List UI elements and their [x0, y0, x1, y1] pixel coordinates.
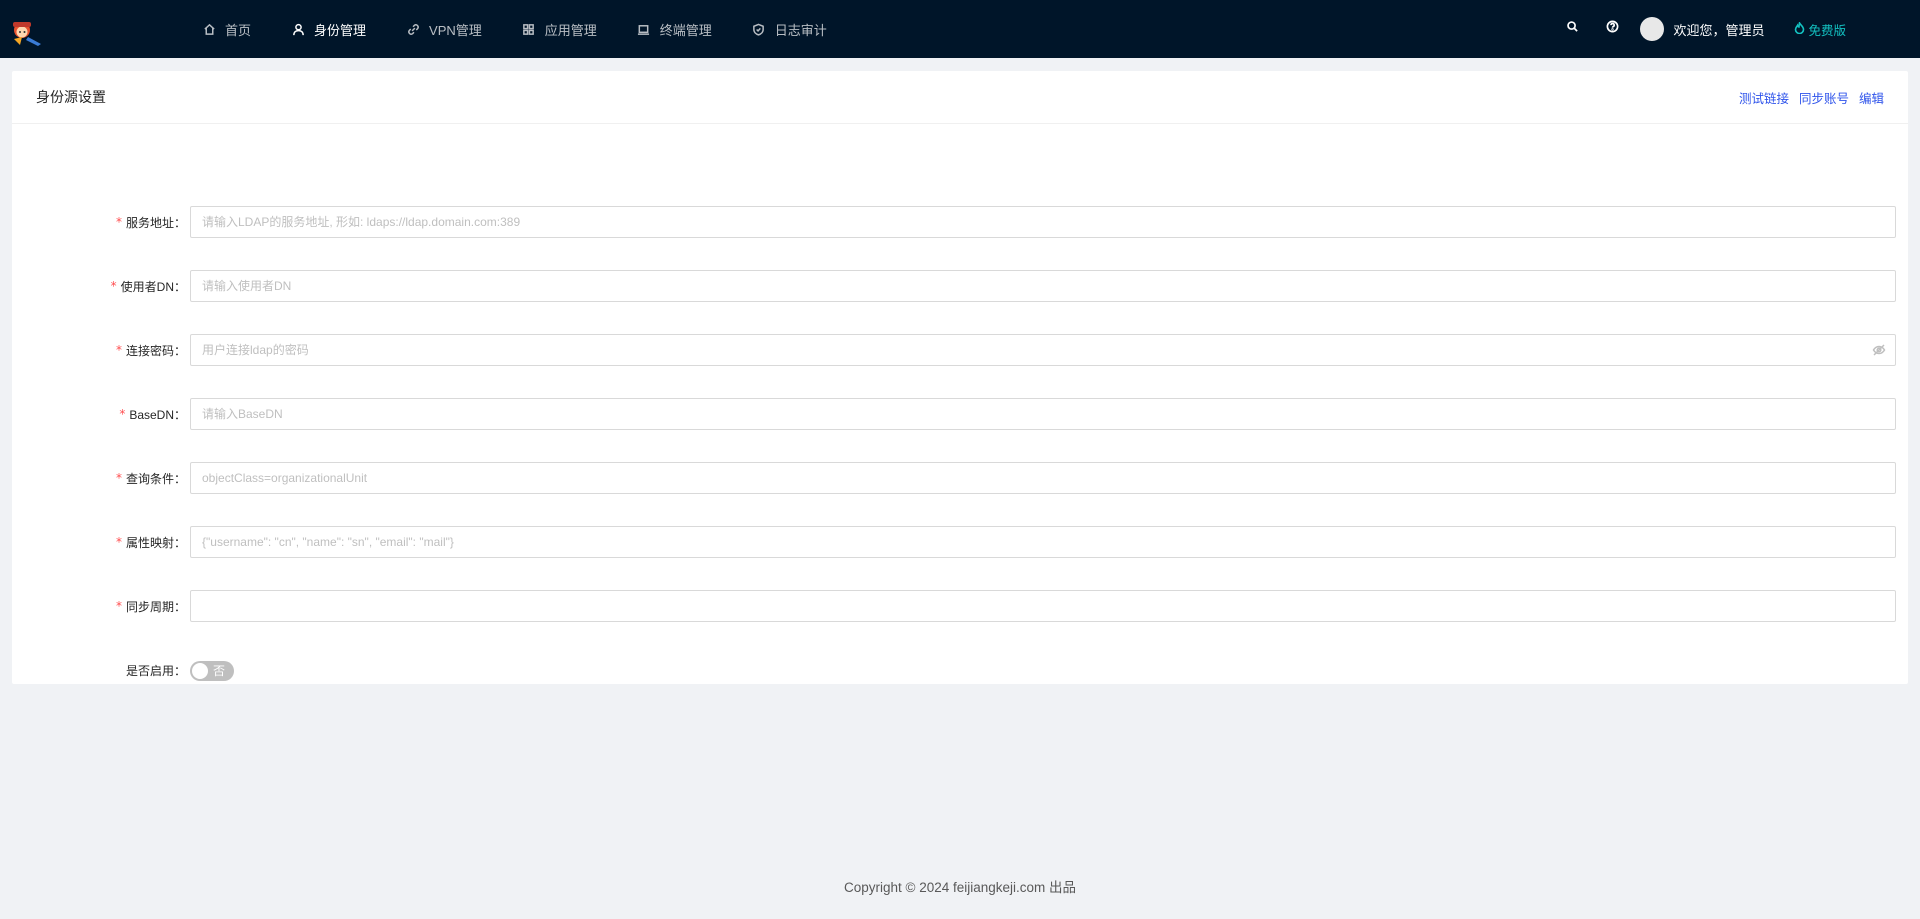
- footer-copyright: Copyright © 2024 feijiangkeji.com 出品: [843, 880, 1077, 895]
- plan-label: 免费版: [1808, 23, 1846, 38]
- base-dn-label: * BaseDN：: [119, 407, 186, 422]
- main-nav: 首页 身份管理 VPN管理 应用管理 终端管理 日志审计: [182, 0, 847, 58]
- form-row-query: * 查询条件：: [12, 461, 1908, 495]
- user-menu[interactable]: 欢迎您，管理员: [1632, 0, 1776, 58]
- eye-invisible-icon[interactable]: [1872, 343, 1886, 357]
- user-dn-label: * 使用者DN：: [110, 279, 186, 294]
- nav-item-label: 身份管理: [314, 22, 367, 38]
- toggle-knob: [192, 663, 208, 679]
- shield-icon: [752, 22, 766, 36]
- attr-map-label: * 属性映射：: [115, 535, 186, 550]
- welcome-text: 欢迎您，管理员: [1673, 22, 1765, 38]
- form-row-enabled: 是否启用： 否: [12, 653, 1908, 687]
- laptop-icon: [637, 22, 651, 36]
- test-link-button[interactable]: 测试链接: [1739, 88, 1789, 107]
- avatar: [1640, 17, 1665, 41]
- password-input[interactable]: [190, 334, 1896, 366]
- search-icon: [1566, 20, 1579, 38]
- nav-item-identity[interactable]: 身份管理: [271, 0, 386, 58]
- sync-period-label: * 同步周期：: [115, 599, 186, 614]
- attribute-mapping-input[interactable]: [190, 526, 1896, 558]
- query-condition-input[interactable]: [190, 462, 1896, 494]
- plan-badge[interactable]: 免费版: [1794, 20, 1846, 39]
- sync-period-input[interactable]: [190, 590, 1896, 622]
- nav-item-label: VPN管理: [429, 22, 482, 38]
- sync-accounts-button[interactable]: 同步账号: [1799, 88, 1849, 107]
- form-row-sync-period: * 同步周期：: [12, 589, 1908, 623]
- apps-icon: [522, 22, 536, 36]
- edit-button[interactable]: 编辑: [1859, 88, 1884, 107]
- question-icon: [1606, 20, 1619, 38]
- form-row-password: * 连接密码：: [12, 333, 1908, 367]
- user-icon: [291, 22, 305, 36]
- password-label: * 连接密码：: [115, 343, 186, 358]
- nav-item-label: 首页: [225, 22, 252, 38]
- top-navigation-bar: 首页 身份管理 VPN管理 应用管理 终端管理 日志审计 欢迎您，管理员 免费版: [0, 0, 1920, 58]
- nav-item-audit[interactable]: 日志审计: [732, 0, 847, 58]
- card-header: 身份源设置 测试链接 同步账号 编辑: [12, 71, 1908, 124]
- password-field: [190, 334, 1896, 366]
- user-dn-input[interactable]: [190, 270, 1896, 302]
- enabled-label: 是否启用：: [125, 663, 186, 678]
- nav-item-label: 应用管理: [544, 22, 597, 38]
- header-tools: 欢迎您，管理员 免费版: [1552, 0, 1920, 58]
- card-actions: 测试链接 同步账号 编辑: [1739, 88, 1884, 107]
- form-row-user-dn: * 使用者DN：: [12, 269, 1908, 303]
- app-logo[interactable]: [8, 17, 44, 47]
- help-button[interactable]: [1592, 0, 1632, 58]
- form-row-server: * 服务地址：: [12, 205, 1908, 239]
- nav-item-vpn[interactable]: VPN管理: [386, 0, 502, 58]
- nav-item-label: 日志审计: [774, 22, 827, 38]
- home-icon: [202, 22, 216, 36]
- search-button[interactable]: [1552, 0, 1592, 58]
- form-row-base-dn: * BaseDN：: [12, 397, 1908, 431]
- nav-item-label: 终端管理: [659, 22, 712, 38]
- server-address-input[interactable]: [190, 206, 1896, 238]
- identity-source-card: 身份源设置 测试链接 同步账号 编辑 * 服务地址： * 使用者DN： * 连接…: [12, 71, 1908, 684]
- nav-item-terminals[interactable]: 终端管理: [617, 0, 732, 58]
- enabled-toggle[interactable]: 否: [190, 661, 234, 681]
- server-label: * 服务地址：: [115, 215, 186, 230]
- base-dn-input[interactable]: [190, 398, 1896, 430]
- nav-item-apps[interactable]: 应用管理: [502, 0, 617, 58]
- flame-icon: [1794, 20, 1808, 37]
- toggle-state-text: 否: [213, 664, 226, 678]
- query-label: * 查询条件：: [115, 471, 186, 486]
- nav-item-home[interactable]: 首页: [182, 0, 271, 58]
- page-title: 身份源设置: [36, 89, 106, 105]
- form-row-attr-map: * 属性映射：: [12, 525, 1908, 559]
- link-icon: [406, 22, 420, 36]
